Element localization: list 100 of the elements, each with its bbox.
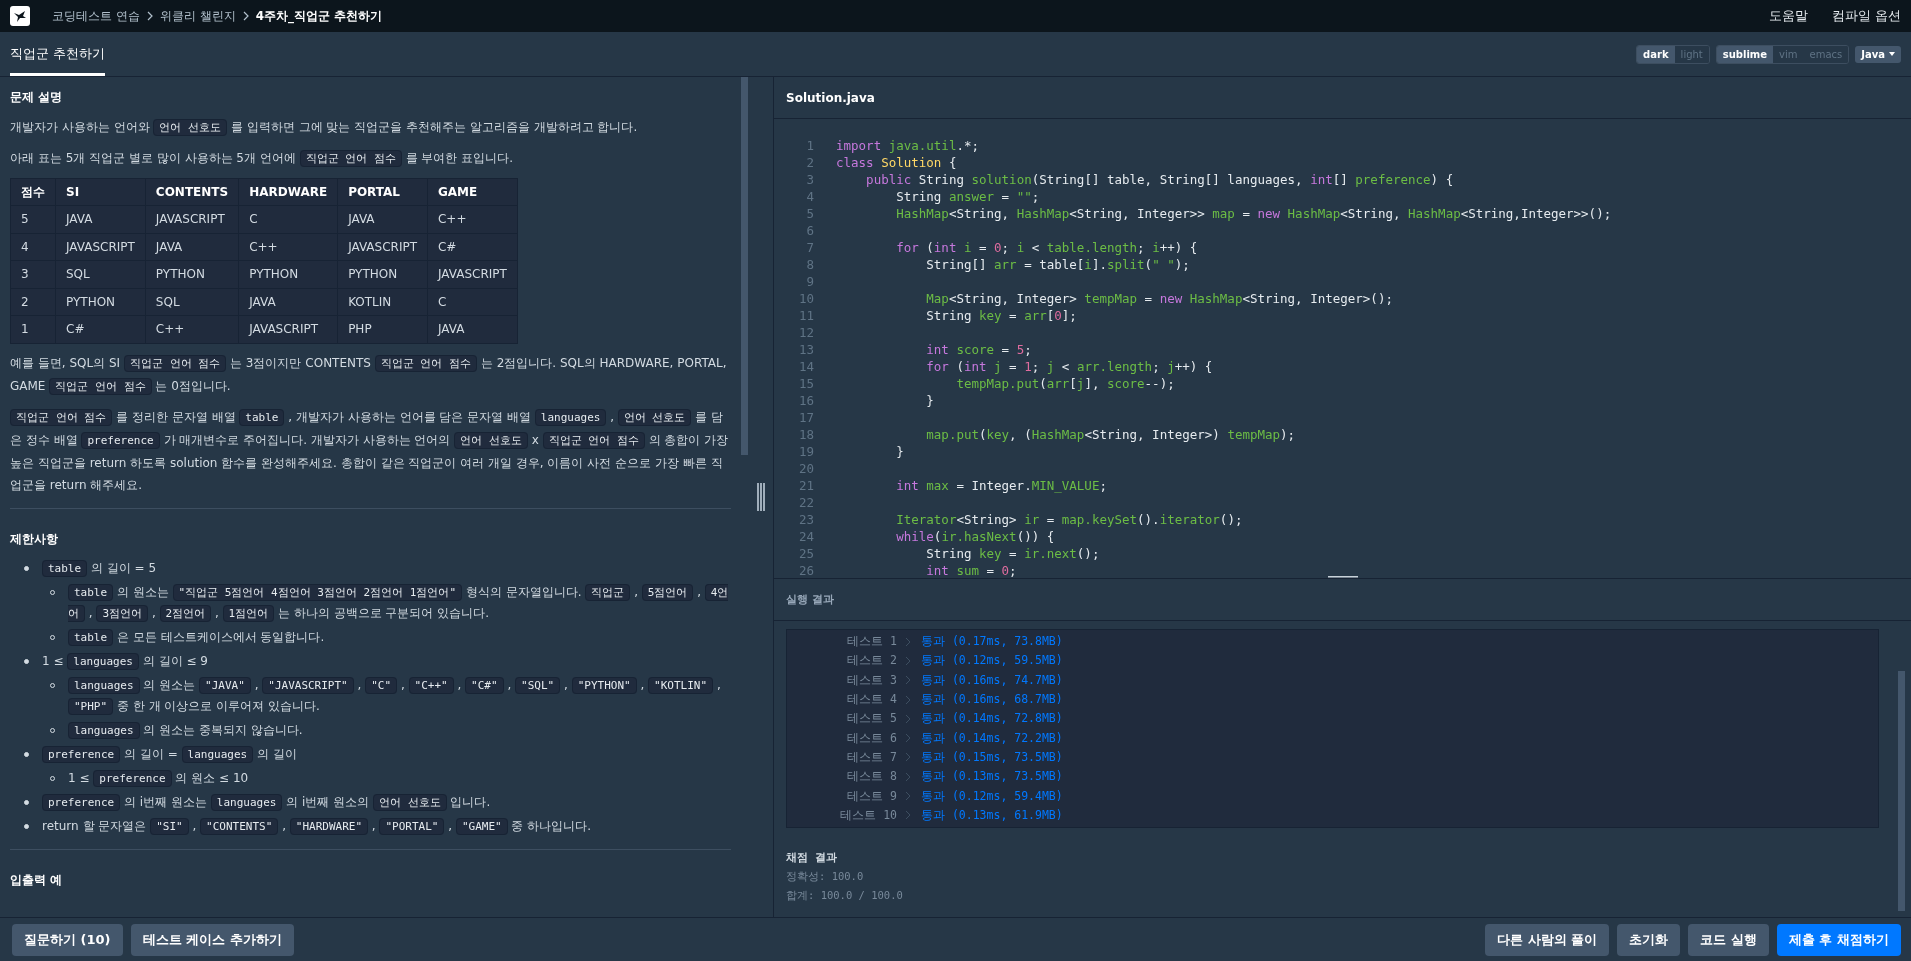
file-tab[interactable]: Solution.java: [786, 90, 875, 105]
bullet-icon: [24, 658, 29, 664]
section-heading: 문제 설명: [10, 89, 64, 106]
chevron-icon: [905, 733, 911, 744]
code-line: String[] arr = table[i].split(" ");: [925, 256, 1190, 273]
table-cell: C#: [427, 233, 518, 261]
breadcrumb-link[interactable]: 코딩테스트 연습: [52, 7, 140, 25]
line-number: 25: [797, 545, 814, 562]
table-cell: JAVA: [55, 205, 146, 233]
resize-handle[interactable]: [756, 483, 765, 511]
list-item-text: languages 의 원소는 중복되지 않습니다.: [68, 719, 731, 741]
test-label: 테스트 1: [846, 634, 897, 650]
nav-link[interactable]: 컴파일 옵션: [1831, 7, 1901, 25]
action-button[interactable]: 초기화: [1617, 923, 1681, 956]
code-line: int max = Integer.MIN_VALUE;: [895, 477, 1107, 494]
test-result: 통과 (0.16ms, 74.7MB): [921, 672, 1063, 688]
breadcrumb-link[interactable]: 위클리 챌린지: [159, 7, 236, 25]
code-line: String answer = "";: [895, 188, 1040, 205]
line-number: 15: [797, 375, 814, 392]
summary-title: 채점 결과: [786, 849, 838, 865]
table-cell: KOTLIN: [337, 288, 428, 316]
table-cell: 4: [10, 233, 56, 261]
test-label: 테스트 5: [846, 711, 897, 727]
summary-line: 합계: 100.0 / 100.0: [786, 888, 904, 903]
list-item-text: preference 의 i번째 원소는 languages 의 i번째 원소의 언어 선호도 입니다.: [42, 791, 731, 813]
submit-button[interactable]: 제출 후 채점하기: [1776, 923, 1901, 956]
test-label: 테스트 3: [846, 672, 897, 688]
chevron-icon: [905, 636, 911, 647]
section-heading: 제한사항: [10, 530, 59, 548]
test-result: 통과 (0.15ms, 73.5MB): [921, 749, 1063, 765]
table-cell: PYTHON: [337, 260, 428, 288]
test-result: 통과 (0.16ms, 68.7MB): [921, 692, 1063, 708]
line-number: 2: [805, 154, 814, 171]
line-number: 20: [797, 460, 814, 477]
results-title: 실행 결과: [786, 592, 834, 607]
action-button[interactable]: 코드 실행: [1688, 923, 1769, 956]
problem-tab[interactable]: 직업군 추천하기: [10, 32, 106, 76]
chevron-icon: [905, 771, 911, 782]
breadcrumb-link[interactable]: 4주차_직업군 추천하기: [255, 7, 383, 25]
chevron-icon: [241, 11, 250, 21]
list-item-text: 1 ≤ preference 의 원소 ≤ 10: [68, 768, 250, 789]
list-item-text: table 은 모든 테스트케이스에서 동일합니다.: [68, 626, 731, 648]
table-cell: JAVASCRIPT: [145, 205, 239, 233]
table-cell: PHP: [337, 315, 428, 343]
column-header: SI: [55, 178, 146, 206]
action-button[interactable]: 질문하기 (10): [12, 923, 123, 956]
table-cell: JAVASCRIPT: [337, 233, 428, 261]
code-line: }: [925, 392, 934, 409]
logo-icon[interactable]: [10, 6, 30, 26]
action-button[interactable]: 다른 사람의 풀이: [1485, 923, 1610, 956]
code-line: Iterator<String> ir = map.keySet().iterator();: [895, 511, 1243, 528]
chevron-icon: [905, 791, 911, 801]
test-label: 테스트 9: [846, 788, 897, 804]
code-line: for (int i = 0; i < table.length; i++) {: [895, 239, 1198, 256]
chevron-icon: [905, 655, 911, 666]
code-line: HashMap<String, HashMap<String, Integer>> map = new HashMap<String, HashMap<String,Integer>>();: [895, 205, 1612, 222]
list-item-text: table 의 길이 = 5: [42, 557, 731, 579]
option-toggle[interactable]: sublime: [1716, 45, 1774, 63]
table-cell: PYTHON: [238, 260, 338, 288]
code-line: }: [895, 443, 904, 460]
line-number: 1: [805, 137, 814, 154]
nav-link[interactable]: 도움말: [1768, 7, 1808, 25]
bullet-icon: [24, 751, 29, 757]
line-number: 26: [797, 562, 814, 578]
test-label: 테스트 2: [846, 653, 897, 669]
code-line: Map<String, Integer> tempMap = new HashMap<String, Integer>();: [925, 290, 1393, 307]
scrollbar[interactable]: [1897, 671, 1905, 911]
table-cell: JAVA: [427, 315, 518, 343]
table-cell: C: [427, 288, 518, 316]
section-heading: 입출력 예: [10, 871, 64, 889]
language-select[interactable]: Java: [1855, 45, 1901, 63]
code-line: import java.util.*;: [836, 137, 979, 154]
table-cell: C#: [55, 315, 146, 343]
line-number: 22: [797, 494, 814, 511]
test-result: 통과 (0.14ms, 72.8MB): [921, 711, 1063, 727]
test-label: 테스트 7: [846, 749, 897, 765]
column-header: PORTAL: [337, 178, 428, 206]
option-toggle[interactable]: dark: [1637, 45, 1675, 63]
line-number: 24: [797, 528, 814, 545]
test-label: 테스트 6: [846, 730, 897, 746]
bullet-icon: [24, 565, 29, 571]
line-number: 18: [797, 426, 814, 443]
scrollbar[interactable]: [741, 77, 748, 455]
column-header: GAME: [427, 178, 518, 206]
code-line: public String solution(String[] table, String[] languages, int[] preference) {: [865, 171, 1454, 188]
test-result: 통과 (0.12ms, 59.4MB): [921, 788, 1063, 804]
caret-icon: [1889, 52, 1895, 56]
test-result: 통과 (0.14ms, 72.2MB): [921, 730, 1063, 746]
table-cell: JAVA: [238, 288, 338, 316]
table-cell: JAVASCRIPT: [55, 233, 146, 261]
test-result: 통과 (0.13ms, 73.5MB): [921, 769, 1063, 785]
test-result: 통과 (0.13ms, 61.9MB): [921, 807, 1063, 823]
line-number: 19: [797, 443, 814, 460]
code-line: int sum = 0;: [925, 562, 1017, 578]
list-item-text: return 할 문자열은 "SI" , "CONTENTS" , "HARDWARE" , "PORTAL" , "GAME" 중 하나입니다.: [42, 816, 593, 837]
action-button[interactable]: 테스트 케이스 추가하기: [130, 923, 294, 956]
line-number: 14: [797, 358, 814, 375]
line-number: 13: [797, 341, 814, 358]
code-line: String key = arr[0];: [925, 307, 1077, 324]
table-cell: C++: [427, 205, 518, 233]
